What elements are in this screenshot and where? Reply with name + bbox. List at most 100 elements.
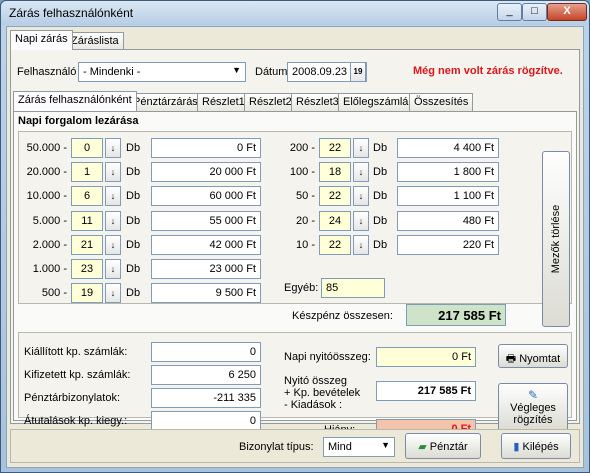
right-denom-amount: 1 100 Ft <box>397 186 499 207</box>
right-denom-amount: 1 800 Ft <box>397 162 499 183</box>
spin-arrow-icon[interactable]: ↓ <box>105 234 121 255</box>
left-denom-count[interactable]: 11 <box>71 210 103 231</box>
chevron-down-icon: ▼ <box>232 65 241 75</box>
summary-label: Kiállított kp. számlák: <box>24 346 128 358</box>
right-denom-count[interactable]: 22 <box>319 138 351 158</box>
cash-button-label: Pénztár <box>429 441 468 453</box>
spin-arrow-icon[interactable]: ↓ <box>353 210 369 231</box>
spin-arrow-icon[interactable]: ↓ <box>105 283 121 304</box>
finalize-icon: ✎ <box>527 388 539 402</box>
printer-icon: 🖶 <box>505 353 517 365</box>
left-denom-count[interactable]: 1 <box>71 162 103 183</box>
clear-fields-button[interactable]: Mezők törlése <box>542 151 570 327</box>
date-value: 2008.09.23 <box>292 66 348 78</box>
opening-label: Napi nyitóösszeg: <box>284 351 371 363</box>
doc-type-value: Mind <box>328 441 352 453</box>
doc-type-label: Bizonylat típus: <box>239 441 314 453</box>
nyito-label-2: + Kp. bevételek <box>284 387 361 399</box>
clear-fields-label: Mezők törlése <box>550 204 562 274</box>
spin-arrow-icon[interactable]: ↓ <box>105 186 121 207</box>
summary-value: 0 <box>151 411 261 431</box>
calendar-icon[interactable]: 19 <box>350 62 366 82</box>
db-label: Db <box>373 214 388 227</box>
left-denom-label: 2.000 - <box>32 238 67 251</box>
egyeb-input[interactable]: 85 <box>321 278 385 298</box>
right-denom-count[interactable]: 22 <box>319 186 351 207</box>
right-denom-count[interactable]: 22 <box>319 234 351 255</box>
right-denom-label: 10 - <box>296 238 315 251</box>
summary-value: -211 335 <box>151 388 261 408</box>
tab-zaras-felhasznalonkent[interactable]: Zárás felhasználónként <box>13 91 137 111</box>
summary-value: 6 250 <box>151 365 261 385</box>
tab-napi-zaras[interactable]: Napi zárás <box>10 30 73 50</box>
left-denom-amount: 55 000 Ft <box>151 210 261 231</box>
db-label: Db <box>126 287 141 300</box>
left-denom-count[interactable]: 0 <box>71 138 103 158</box>
spin-arrow-icon[interactable]: ↓ <box>353 186 369 207</box>
tab-eloleg[interactable]: Előlegszámlák <box>338 93 419 111</box>
db-label: Db <box>126 214 141 227</box>
left-denom-count[interactable]: 23 <box>71 259 103 279</box>
db-label: Db <box>126 190 141 203</box>
cash-button[interactable]: ▰ Pénztár <box>405 433 481 459</box>
doc-type-select[interactable]: Mind ▼ <box>323 437 395 457</box>
spin-arrow-icon[interactable]: ↓ <box>353 162 369 183</box>
left-denom-count[interactable]: 19 <box>71 283 103 304</box>
left-denom-label: 5.000 - <box>32 214 67 227</box>
left-denom-count[interactable]: 6 <box>71 186 103 207</box>
left-denom-label: 500 - <box>41 287 67 300</box>
date-label: Dátum <box>255 66 288 78</box>
cash-total-label: Készpénz összesen: <box>292 310 393 322</box>
right-denom-count[interactable]: 18 <box>319 162 351 183</box>
opening-input[interactable]: 0 Ft <box>376 347 476 367</box>
tab-reszlet3[interactable]: Részlet3 <box>291 93 344 111</box>
exit-button[interactable]: ▮ Kilépés <box>501 433 571 459</box>
right-denom-count[interactable]: 24 <box>319 210 351 231</box>
spin-arrow-icon[interactable]: ↓ <box>105 210 121 231</box>
left-denom-count[interactable]: 21 <box>71 234 103 255</box>
right-denom-amount: 220 Ft <box>397 234 499 255</box>
right-denom-label: 100 - <box>289 166 315 179</box>
client-area: Napi zárás Záráslista Felhasználó - Mind… <box>6 26 584 468</box>
nyito-label-1: Nyitó összeg <box>284 375 347 387</box>
db-label: Db <box>373 190 388 203</box>
tab-zaraslista[interactable]: Záráslista <box>66 32 124 50</box>
left-denom-label: 1.000 - <box>32 263 67 275</box>
tab-penztarzaras[interactable]: Pénztárzárás <box>128 93 203 111</box>
summary-label: Átutalások kp. kiegy.: <box>24 415 128 427</box>
left-denom-amount: 42 000 Ft <box>151 234 261 255</box>
egyeb-label: Egyéb: <box>284 282 319 294</box>
summary-label: Kifizetett kp. számlák: <box>24 369 131 381</box>
spin-arrow-icon[interactable]: ↓ <box>105 162 121 183</box>
maximize-button[interactable]: □ <box>522 3 547 21</box>
window-title: Zárás felhasználónként <box>9 6 134 20</box>
left-denom-amount: 0 Ft <box>151 138 261 158</box>
tab-reszlet1[interactable]: Részlet1 <box>197 93 250 111</box>
tab-osszesites[interactable]: Összesítés <box>409 93 474 111</box>
db-label: Db <box>373 238 388 251</box>
finalize-button[interactable]: ✎ Végleges rögzítés <box>498 383 568 431</box>
db-label: Db <box>373 166 388 179</box>
close-button[interactable]: X <box>547 3 587 21</box>
spin-arrow-icon[interactable]: ↓ <box>105 259 121 279</box>
spin-arrow-icon[interactable]: ↓ <box>105 138 121 158</box>
cash-total-value: 217 585 Ft <box>406 304 506 326</box>
user-select-value: - Mindenki - <box>83 66 141 78</box>
user-select[interactable]: - Mindenki - ▼ <box>78 62 246 82</box>
closing-panel: Napi forgalom lezárása Egyéb: 85 Készpén… <box>13 111 577 439</box>
left-denom-amount: 23 000 Ft <box>151 259 261 279</box>
finalize-line1: Végleges <box>510 402 556 414</box>
summary-label: Pénztárbizonylatok: <box>24 392 120 404</box>
exit-button-label: Kilépés <box>522 441 559 453</box>
print-button[interactable]: 🖶 Nyomtat <box>498 344 568 368</box>
nyito-label-3: - Kiadások : <box>284 399 343 411</box>
db-label: Db <box>373 142 388 154</box>
spin-arrow-icon[interactable]: ↓ <box>353 234 369 255</box>
tab-reszlet2[interactable]: Részlet2 <box>244 93 297 111</box>
user-label: Felhasználó <box>17 66 77 78</box>
minimize-button[interactable]: _ <box>497 3 522 21</box>
right-denom-label: 200 - <box>289 142 315 154</box>
spin-arrow-icon[interactable]: ↓ <box>353 138 369 158</box>
left-denom-amount: 20 000 Ft <box>151 162 261 183</box>
money-icon: ▰ <box>418 441 427 453</box>
